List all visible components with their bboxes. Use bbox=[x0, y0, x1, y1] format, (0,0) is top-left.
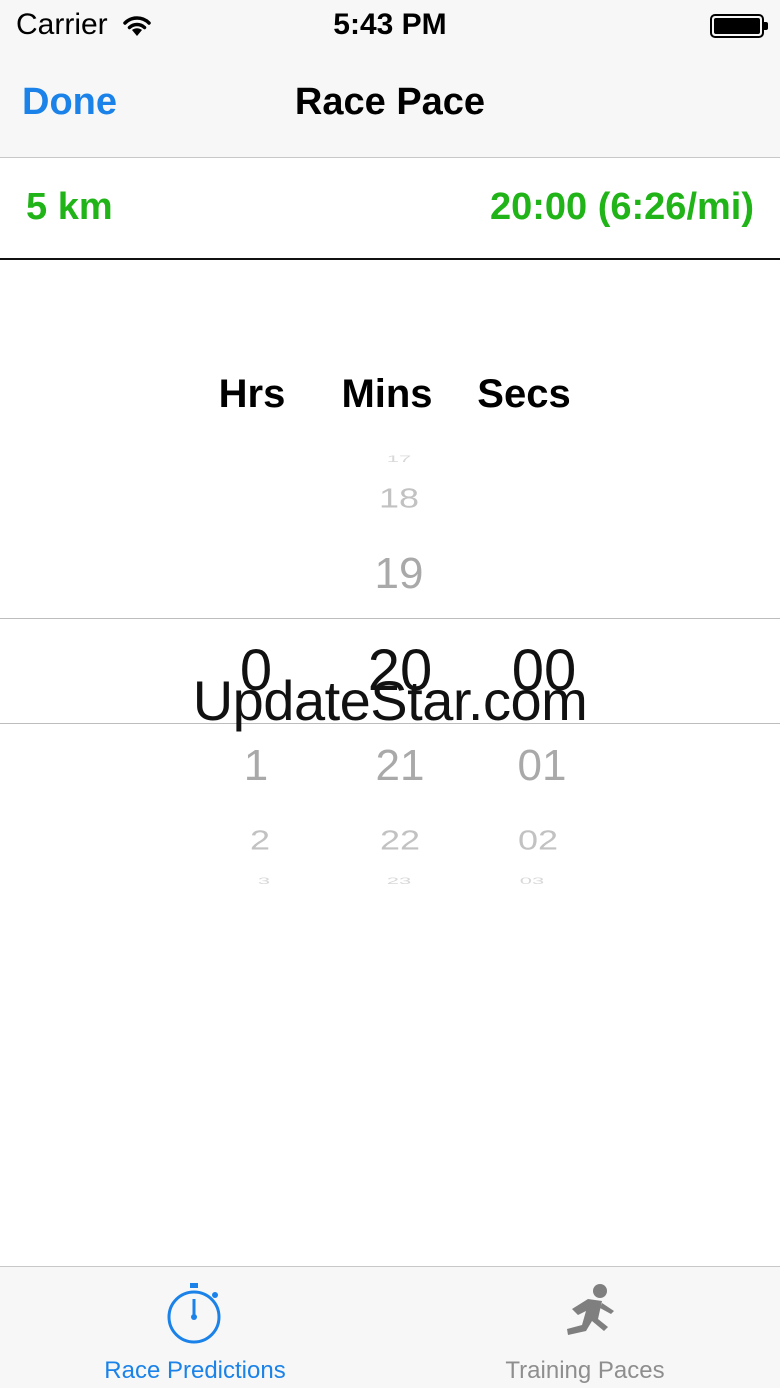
minutes-column-header: Mins bbox=[341, 372, 433, 416]
hours-option[interactable]: 1 bbox=[176, 744, 336, 788]
status-time: 5:43 PM bbox=[333, 8, 447, 41]
race-time-result: 20:00 (6:26/mi) bbox=[489, 186, 754, 228]
tab-bar: Race Predictions Training Paces bbox=[0, 1266, 780, 1388]
seconds-option[interactable]: 03 bbox=[452, 876, 612, 886]
runner-icon bbox=[550, 1281, 620, 1350]
seconds-option[interactable]: 02 bbox=[458, 826, 618, 854]
minutes-selected-value[interactable]: 20 bbox=[320, 642, 480, 700]
status-bar: Carrier 5:43 PM bbox=[0, 0, 780, 56]
seconds-column-header: Secs bbox=[477, 372, 571, 416]
minutes-option[interactable]: 22 bbox=[320, 826, 480, 854]
minutes-option[interactable]: 18 bbox=[319, 484, 479, 512]
tab-training-paces[interactable]: Training Paces bbox=[390, 1267, 780, 1388]
seconds-selected-value[interactable]: 00 bbox=[464, 642, 624, 700]
tab-label: Training Paces bbox=[505, 1357, 665, 1384]
seconds-option[interactable]: 01 bbox=[462, 744, 622, 788]
battery-icon bbox=[710, 14, 768, 38]
minutes-option[interactable]: 21 bbox=[320, 744, 480, 788]
page-title: Race Pace bbox=[294, 81, 486, 123]
tab-label: Race Predictions bbox=[104, 1357, 286, 1384]
hours-option[interactable]: 2 bbox=[180, 826, 340, 854]
minutes-option[interactable]: 19 bbox=[319, 552, 479, 596]
minutes-option[interactable]: 17 bbox=[319, 454, 479, 464]
tab-race-predictions[interactable]: Race Predictions bbox=[0, 1267, 390, 1388]
hours-selected-value[interactable]: 0 bbox=[176, 642, 336, 700]
stopwatch-icon bbox=[163, 1281, 227, 1350]
navigation-bar: Done Race Pace bbox=[0, 56, 780, 158]
race-summary-row: 5 km 20:00 (6:26/mi) bbox=[0, 158, 780, 260]
race-distance: 5 km bbox=[26, 186, 113, 228]
